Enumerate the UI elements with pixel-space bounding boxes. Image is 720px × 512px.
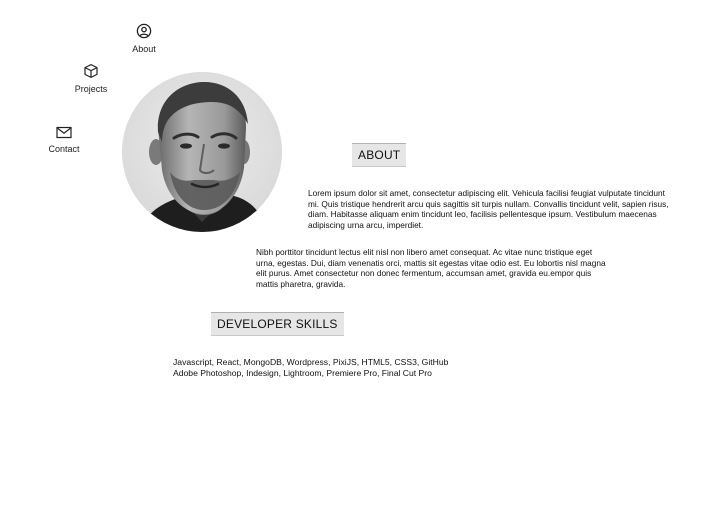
nav-item-about[interactable]: About bbox=[128, 23, 160, 54]
portrait-photo bbox=[122, 72, 282, 232]
nav-item-projects[interactable]: Projects bbox=[70, 63, 112, 94]
avatar bbox=[122, 72, 282, 232]
cube-icon bbox=[84, 63, 98, 78]
about-paragraph-2: Nibh porttitor tincidunt lectus elit nis… bbox=[256, 247, 606, 289]
skills-list-line: Adobe Photoshop, Indesign, Lightroom, Pr… bbox=[173, 368, 432, 378]
user-circle-icon bbox=[136, 23, 152, 39]
portfolio-page: About Projects Contact ABOUT Lorem ipsum… bbox=[0, 0, 720, 512]
about-paragraph-1: Lorem ipsum dolor sit amet, consectetur … bbox=[308, 188, 669, 230]
nav-label-about: About bbox=[132, 44, 156, 54]
nav-label-projects: Projects bbox=[74, 84, 108, 94]
nav-item-contact[interactable]: Contact bbox=[44, 126, 84, 154]
developer-skills-heading: DEVELOPER SKILLS bbox=[211, 312, 344, 336]
nav-label-contact: Contact bbox=[48, 144, 80, 154]
about-heading: ABOUT bbox=[352, 143, 407, 167]
skills-list-line: Javascript, React, MongoDB, Wordpress, P… bbox=[173, 357, 449, 367]
envelope-icon bbox=[56, 126, 72, 139]
